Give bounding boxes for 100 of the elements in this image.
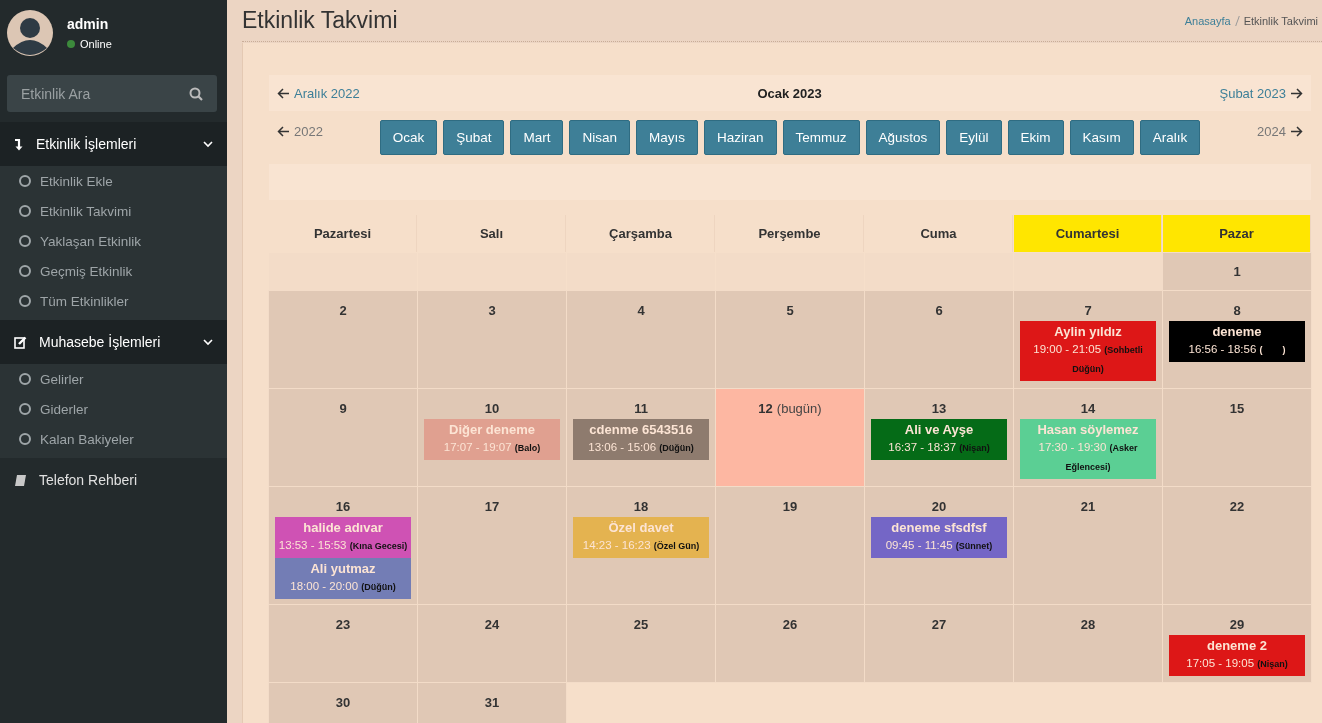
event-time: 17:05 - 19:05 (Nişan) [1185, 656, 1289, 671]
day-cell[interactable]: 9 [269, 389, 417, 486]
day-cell[interactable]: 13 Ali ve Ayşe 16:37 - 18:37 (Nişan) [865, 389, 1013, 486]
event-time: 17:30 - 19:30 (Asker Eğlencesi) [1037, 440, 1139, 474]
month-button[interactable]: Mart [510, 120, 564, 155]
day-cell[interactable]: 14 Hasan söylemez 17:30 - 19:30 (Asker Eğlencesi) [1014, 389, 1162, 486]
month-button[interactable]: Ocak [379, 120, 438, 155]
submenu-item[interactable]: Gelirler [0, 364, 227, 394]
day-cell[interactable]: 3 [418, 291, 566, 388]
day-cell[interactable]: 24 [418, 605, 566, 682]
month-button[interactable]: Ekim [1007, 120, 1064, 155]
event-time: 17:07 - 19:07 (Balo) [442, 440, 542, 455]
day-cell[interactable]: 8 deneme 16:56 - 18:56 ( ) [1163, 291, 1311, 388]
next-month-link[interactable]: Şubat 2023 [1219, 85, 1303, 101]
event-title: Ali yutmaz [309, 560, 377, 577]
day-cell[interactable]: 31 [418, 683, 566, 723]
day-cell[interactable]: 4 [567, 291, 715, 388]
submenu-item[interactable]: Geçmiş Etkinlik [0, 256, 227, 286]
event-card[interactable]: Ali yutmaz 18:00 - 20:00 (Düğün) [275, 558, 411, 599]
submenu-item[interactable]: Giderler [0, 394, 227, 424]
chevron-icon[interactable] [203, 338, 213, 346]
left-arrow-icon [277, 126, 290, 137]
month-button[interactable]: Şubat [443, 120, 505, 155]
submenu-item[interactable]: Etkinlik Takvimi [0, 196, 227, 226]
day-cell[interactable]: 22 [1163, 487, 1311, 604]
day-number: 1 [1233, 264, 1241, 279]
chevron-icon[interactable] [203, 140, 213, 148]
day-cell[interactable]: 19 [716, 487, 864, 604]
search-icon[interactable] [189, 87, 203, 101]
day-cell[interactable]: 11 cdenme 6543516 13:06 - 15:06 (Düğün) [567, 389, 715, 486]
day-cell[interactable]: 7 Aylin yıldız 19:00 - 21:05 (Sohbetli Düğün) [1014, 291, 1162, 388]
day-cell[interactable]: 6 [865, 291, 1013, 388]
month-button[interactable]: Ağustos [865, 120, 941, 155]
day-number: 18 [633, 499, 649, 514]
day-cell[interactable]: 15 [1163, 389, 1311, 486]
month-button[interactable]: Haziran [703, 120, 777, 155]
search-field[interactable]: Etkinlik Ara [7, 75, 217, 112]
day-cell[interactable]: 27 [865, 605, 1013, 682]
event-card[interactable]: halide adıvar 13:53 - 15:53 (Kına Gecesi) [275, 517, 411, 558]
day-cell[interactable]: 28 [1014, 605, 1162, 682]
previous-year-link[interactable]: 2022 [277, 124, 323, 139]
month-button[interactable]: Mayıs [635, 120, 698, 155]
event-card[interactable]: Diğer deneme 17:07 - 19:07 (Balo) [424, 419, 560, 460]
day-number: 16 [335, 499, 351, 514]
day-cell[interactable]: 18 Özel davet 14:23 - 16:23 (Özel Gün) [567, 487, 715, 604]
day-cell[interactable]: 17 [418, 487, 566, 604]
month-button[interactable]: Temmuz [782, 120, 860, 155]
day-number: 5 [786, 303, 794, 318]
event-card[interactable]: Ali ve Ayşe 16:37 - 18:37 (Nişan) [871, 419, 1007, 460]
event-card[interactable]: Hasan söylemez 17:30 - 19:30 (Asker Eğlencesi) [1020, 419, 1156, 479]
event-title: Aylin yıldız [1053, 323, 1123, 340]
event-title: Ali ve Ayşe [903, 421, 975, 438]
day-number: 29 [1229, 617, 1245, 632]
previous-month-link[interactable]: Aralık 2022 [277, 85, 360, 101]
event-card[interactable]: deneme sfsdfsf 09:45 - 11:45 (Sünnet) [871, 517, 1007, 558]
menu-item[interactable]: Etkinlik İşlemleri [0, 122, 227, 166]
event-time: 16:56 - 18:56 ( ) [1187, 342, 1287, 357]
event-card[interactable]: Özel davet 14:23 - 16:23 (Özel Gün) [573, 517, 709, 558]
avatar-icon [7, 10, 53, 56]
day-cell[interactable]: 1 [1163, 253, 1311, 290]
status-dot-icon [67, 40, 75, 48]
menu-item[interactable]: Muhasebe İşlemleri [0, 320, 227, 364]
day-cell[interactable]: 10 Diğer deneme 17:07 - 19:07 (Balo) [418, 389, 566, 486]
day-cell[interactable]: 16 halide adıvar 13:53 - 15:53 (Kına Gecesi) Ali yutmaz 18:00 - 20:00 (Düğün) [269, 487, 417, 604]
day-cell[interactable]: 29 deneme 2 17:05 - 19:05 (Nişan) [1163, 605, 1311, 682]
day-cell[interactable]: 12 (bugün) [716, 389, 864, 486]
day-cell[interactable]: 25 [567, 605, 715, 682]
day-cell[interactable]: 23 [269, 605, 417, 682]
event-card[interactable]: cdenme 6543516 13:06 - 15:06 (Düğün) [573, 419, 709, 460]
day-number: 8 [1233, 303, 1241, 318]
submenu-item[interactable]: Kalan Bakiyeler [0, 424, 227, 454]
right-arrow-icon [1290, 126, 1303, 137]
event-time: 13:53 - 15:53 (Kına Gecesi) [277, 538, 409, 553]
submenu-item[interactable]: Tüm Etkinlikler [0, 286, 227, 316]
submenu-item[interactable]: Etkinlik Ekle [0, 166, 227, 196]
event-card[interactable]: Aylin yıldız 19:00 - 21:05 (Sohbetli Düğün) [1020, 321, 1156, 381]
day-cell[interactable]: 20 deneme sfsdfsf 09:45 - 11:45 (Sünnet) [865, 487, 1013, 604]
event-title: halide adıvar [302, 519, 384, 536]
day-cell[interactable]: 26 [716, 605, 864, 682]
event-title: deneme sfsdfsf [890, 519, 988, 536]
event-card[interactable]: deneme 16:56 - 18:56 ( ) [1169, 321, 1305, 362]
month-button[interactable]: Kasım [1069, 120, 1134, 155]
event-time: 19:00 - 21:05 (Sohbetli Düğün) [1032, 342, 1144, 376]
day-cell[interactable]: 21 [1014, 487, 1162, 604]
event-card[interactable]: deneme 2 17:05 - 19:05 (Nişan) [1169, 635, 1305, 676]
day-number: 9 [339, 401, 347, 416]
day-cell[interactable]: 30 [269, 683, 417, 723]
month-button[interactable]: Eylül [946, 120, 1002, 155]
day-number: 21 [1080, 499, 1096, 514]
down-arrow-icon [14, 137, 24, 151]
month-button[interactable]: Nisan [569, 120, 630, 155]
event-title: deneme 2 [1206, 637, 1268, 654]
month-button[interactable]: Aralık [1139, 120, 1201, 155]
day-cell[interactable]: 5 [716, 291, 864, 388]
event-time: 13:06 - 15:06 (Düğün) [587, 440, 695, 455]
next-year-link[interactable]: 2024 [1257, 124, 1303, 139]
day-cell[interactable]: 2 [269, 291, 417, 388]
submenu-item[interactable]: Yaklaşan Etkinlik [0, 226, 227, 256]
day-number: 3 [488, 303, 496, 318]
day-number: 15 [1229, 401, 1245, 416]
